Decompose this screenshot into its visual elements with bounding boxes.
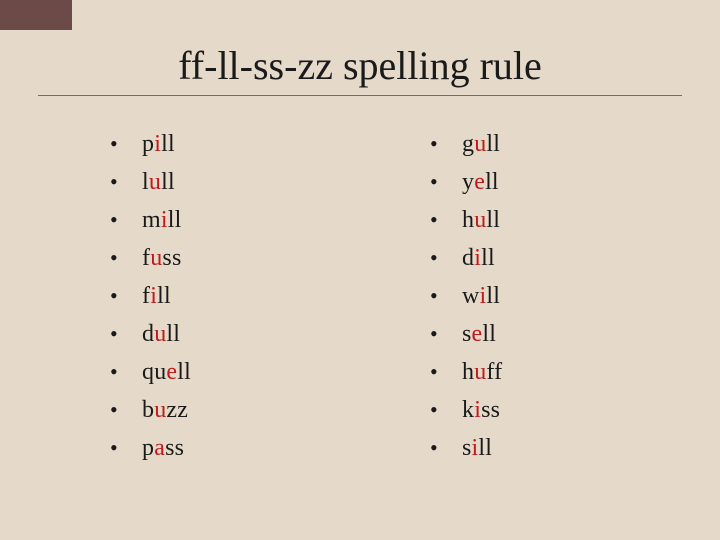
bullet-icon: • — [430, 127, 462, 160]
bullet-icon: • — [110, 393, 142, 426]
bullet-icon: • — [430, 165, 462, 198]
bullet-icon: • — [110, 355, 142, 388]
word: lull — [142, 164, 175, 200]
bullet-icon: • — [110, 279, 142, 312]
list-item: • pill — [110, 126, 410, 162]
list-item: • quell — [110, 354, 410, 390]
list-item: • pass — [110, 430, 410, 466]
title-underline — [38, 95, 682, 96]
bullet-icon: • — [110, 203, 142, 236]
bullet-icon: • — [430, 431, 462, 464]
bullet-icon: • — [110, 127, 142, 160]
list-item: • kiss — [430, 392, 502, 428]
bullet-icon: • — [430, 317, 462, 350]
word: fill — [142, 278, 171, 314]
list-item: • fill — [110, 278, 410, 314]
list-item: • buzz — [110, 392, 410, 428]
word: quell — [142, 354, 191, 390]
bullet-icon: • — [110, 241, 142, 274]
bullet-icon: • — [430, 355, 462, 388]
list-item: • lull — [110, 164, 410, 200]
list-item: • dull — [110, 316, 410, 352]
list-item: • hull — [430, 202, 502, 238]
list-item: • sell — [430, 316, 502, 352]
word: gull — [462, 126, 500, 162]
word: dill — [462, 240, 495, 276]
word: sill — [462, 430, 492, 466]
word: fuss — [142, 240, 182, 276]
list-item: • huff — [430, 354, 502, 390]
word-columns: • pill • lull • mill • fuss • fill • dul… — [0, 126, 720, 468]
word-column-left: • pill • lull • mill • fuss • fill • dul… — [110, 126, 410, 468]
bullet-icon: • — [110, 317, 142, 350]
list-item: • mill — [110, 202, 410, 238]
word: kiss — [462, 392, 500, 428]
bullet-icon: • — [110, 165, 142, 198]
bullet-icon: • — [430, 203, 462, 236]
bullet-icon: • — [430, 241, 462, 274]
word: yell — [462, 164, 499, 200]
list-item: • will — [430, 278, 502, 314]
word: buzz — [142, 392, 188, 428]
word: sell — [462, 316, 496, 352]
word: pill — [142, 126, 175, 162]
list-item: • dill — [430, 240, 502, 276]
list-item: • sill — [430, 430, 502, 466]
word: dull — [142, 316, 180, 352]
word-column-right: • gull • yell • hull • dill • will • sel… — [430, 126, 502, 468]
word: will — [462, 278, 500, 314]
bullet-icon: • — [430, 279, 462, 312]
word: huff — [462, 354, 502, 390]
word: mill — [142, 202, 182, 238]
list-item: • gull — [430, 126, 502, 162]
bullet-icon: • — [110, 431, 142, 464]
list-item: • yell — [430, 164, 502, 200]
word: hull — [462, 202, 500, 238]
list-item: • fuss — [110, 240, 410, 276]
bullet-icon: • — [430, 393, 462, 426]
word: pass — [142, 430, 184, 466]
slide: ff-ll-ss-zz spelling rule • pill • lull … — [0, 0, 720, 540]
slide-title: ff-ll-ss-zz spelling rule — [40, 42, 680, 89]
